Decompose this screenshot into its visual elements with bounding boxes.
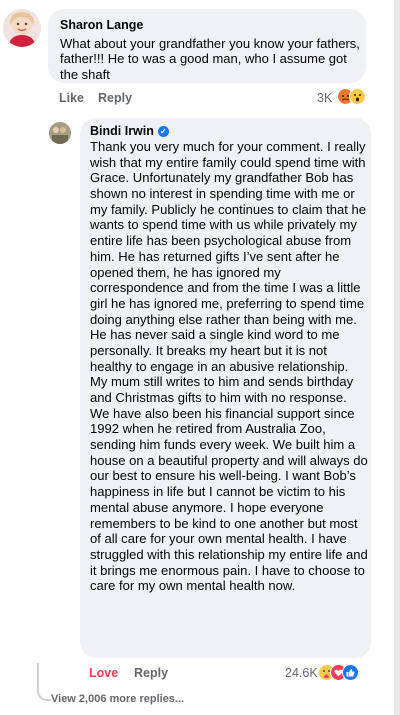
- reaction-count[interactable]: 24.6K: [285, 666, 318, 680]
- comment-author-name[interactable]: Bindi Irwin: [90, 124, 154, 138]
- comment-author-name[interactable]: Sharon Lange: [60, 18, 143, 32]
- reply-button[interactable]: Reply: [98, 91, 132, 105]
- like-reaction-icon: [342, 664, 359, 681]
- love-button[interactable]: Love: [89, 666, 118, 680]
- verified-badge-icon: ✓: [157, 126, 169, 137]
- avatar-bindi-irwin[interactable]: [49, 122, 71, 144]
- comment-bubble-sharon: Sharon Lange What about your grandfather…: [48, 9, 366, 83]
- comment-author-line: Bindi Irwin ✓: [90, 124, 169, 138]
- reply-thread-line: [37, 663, 51, 701]
- view-more-replies-link[interactable]: View 2,006 more replies...: [51, 693, 184, 705]
- comment-bubble-bindi: Bindi Irwin ✓ Thank you very much for you…: [80, 118, 371, 658]
- page-scrollbar-edge: [394, 0, 400, 715]
- wow-reaction-icon: [349, 88, 366, 105]
- like-button[interactable]: Like: [59, 91, 84, 105]
- avatar-sharon-lange[interactable]: [3, 9, 41, 47]
- reaction-count[interactable]: 3K: [317, 91, 332, 105]
- comment-text: Thank you very much for your comment. I …: [90, 139, 368, 594]
- reply-button[interactable]: Reply: [134, 666, 168, 680]
- comment-text: What about your grandfather you know you…: [60, 36, 360, 82]
